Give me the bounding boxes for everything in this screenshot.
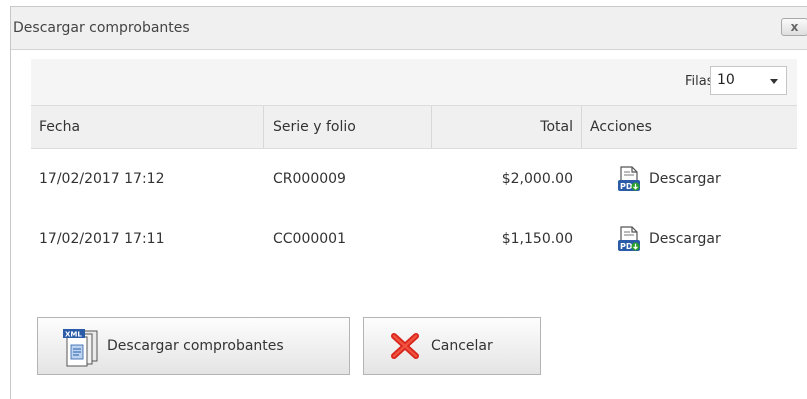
svg-text:PD: PD xyxy=(620,182,633,191)
column-header-serie[interactable]: Serie y folio xyxy=(263,106,431,148)
svg-text:XML: XML xyxy=(65,331,82,339)
cell-fecha: 17/02/2017 17:11 xyxy=(39,231,165,247)
close-button[interactable]: x xyxy=(781,18,807,36)
column-header-fecha[interactable]: Fecha xyxy=(31,106,263,148)
cancel-label: Cancelar xyxy=(431,338,493,354)
table-row: 17/02/2017 17:11 CC000001 $1,150.00 PD D… xyxy=(31,209,797,269)
download-link[interactable]: PD Descargar xyxy=(617,149,787,209)
download-link[interactable]: PD Descargar xyxy=(617,209,787,269)
xml-files-icon: XML xyxy=(63,329,98,367)
red-x-icon xyxy=(391,333,419,359)
cancel-button[interactable]: Cancelar xyxy=(363,317,541,375)
pdf-download-icon: PD xyxy=(618,166,640,191)
cell-serie: CC000001 xyxy=(273,231,346,247)
table-row: 17/02/2017 17:12 CR000009 $2,000.00 PD D… xyxy=(31,149,797,209)
chevron-down-icon xyxy=(770,79,778,84)
column-header-total[interactable]: Total xyxy=(431,106,581,148)
pdf-download-icon: PD xyxy=(618,226,640,251)
cell-serie: CR000009 xyxy=(273,171,346,187)
download-dialog: Descargar comprobantes x Filas 10 Fecha … xyxy=(10,6,807,399)
cell-fecha: 17/02/2017 17:12 xyxy=(39,171,165,187)
download-receipts-button[interactable]: XML Descargar comprobantes xyxy=(37,317,350,375)
grid-toolbar: Filas 10 xyxy=(31,59,797,105)
cell-total: $1,150.00 xyxy=(501,231,573,247)
svg-text:PD: PD xyxy=(620,242,633,251)
close-icon: x xyxy=(790,20,799,34)
download-label: Descargar xyxy=(649,171,721,187)
table-header: Fecha Serie y folio Total Acciones xyxy=(31,105,797,149)
dialog-title: Descargar comprobantes xyxy=(13,20,190,36)
receipts-grid: Filas 10 Fecha Serie y folio Total Accio… xyxy=(31,59,797,269)
column-header-acciones: Acciones xyxy=(581,106,797,148)
download-receipts-label: Descargar comprobantes xyxy=(107,338,284,354)
rows-per-page-select[interactable]: 10 xyxy=(710,66,787,95)
dialog-titlebar: Descargar comprobantes x xyxy=(11,7,807,50)
cell-total: $2,000.00 xyxy=(501,171,573,187)
rows-per-page-value: 10 xyxy=(717,72,735,88)
download-label: Descargar xyxy=(649,231,721,247)
